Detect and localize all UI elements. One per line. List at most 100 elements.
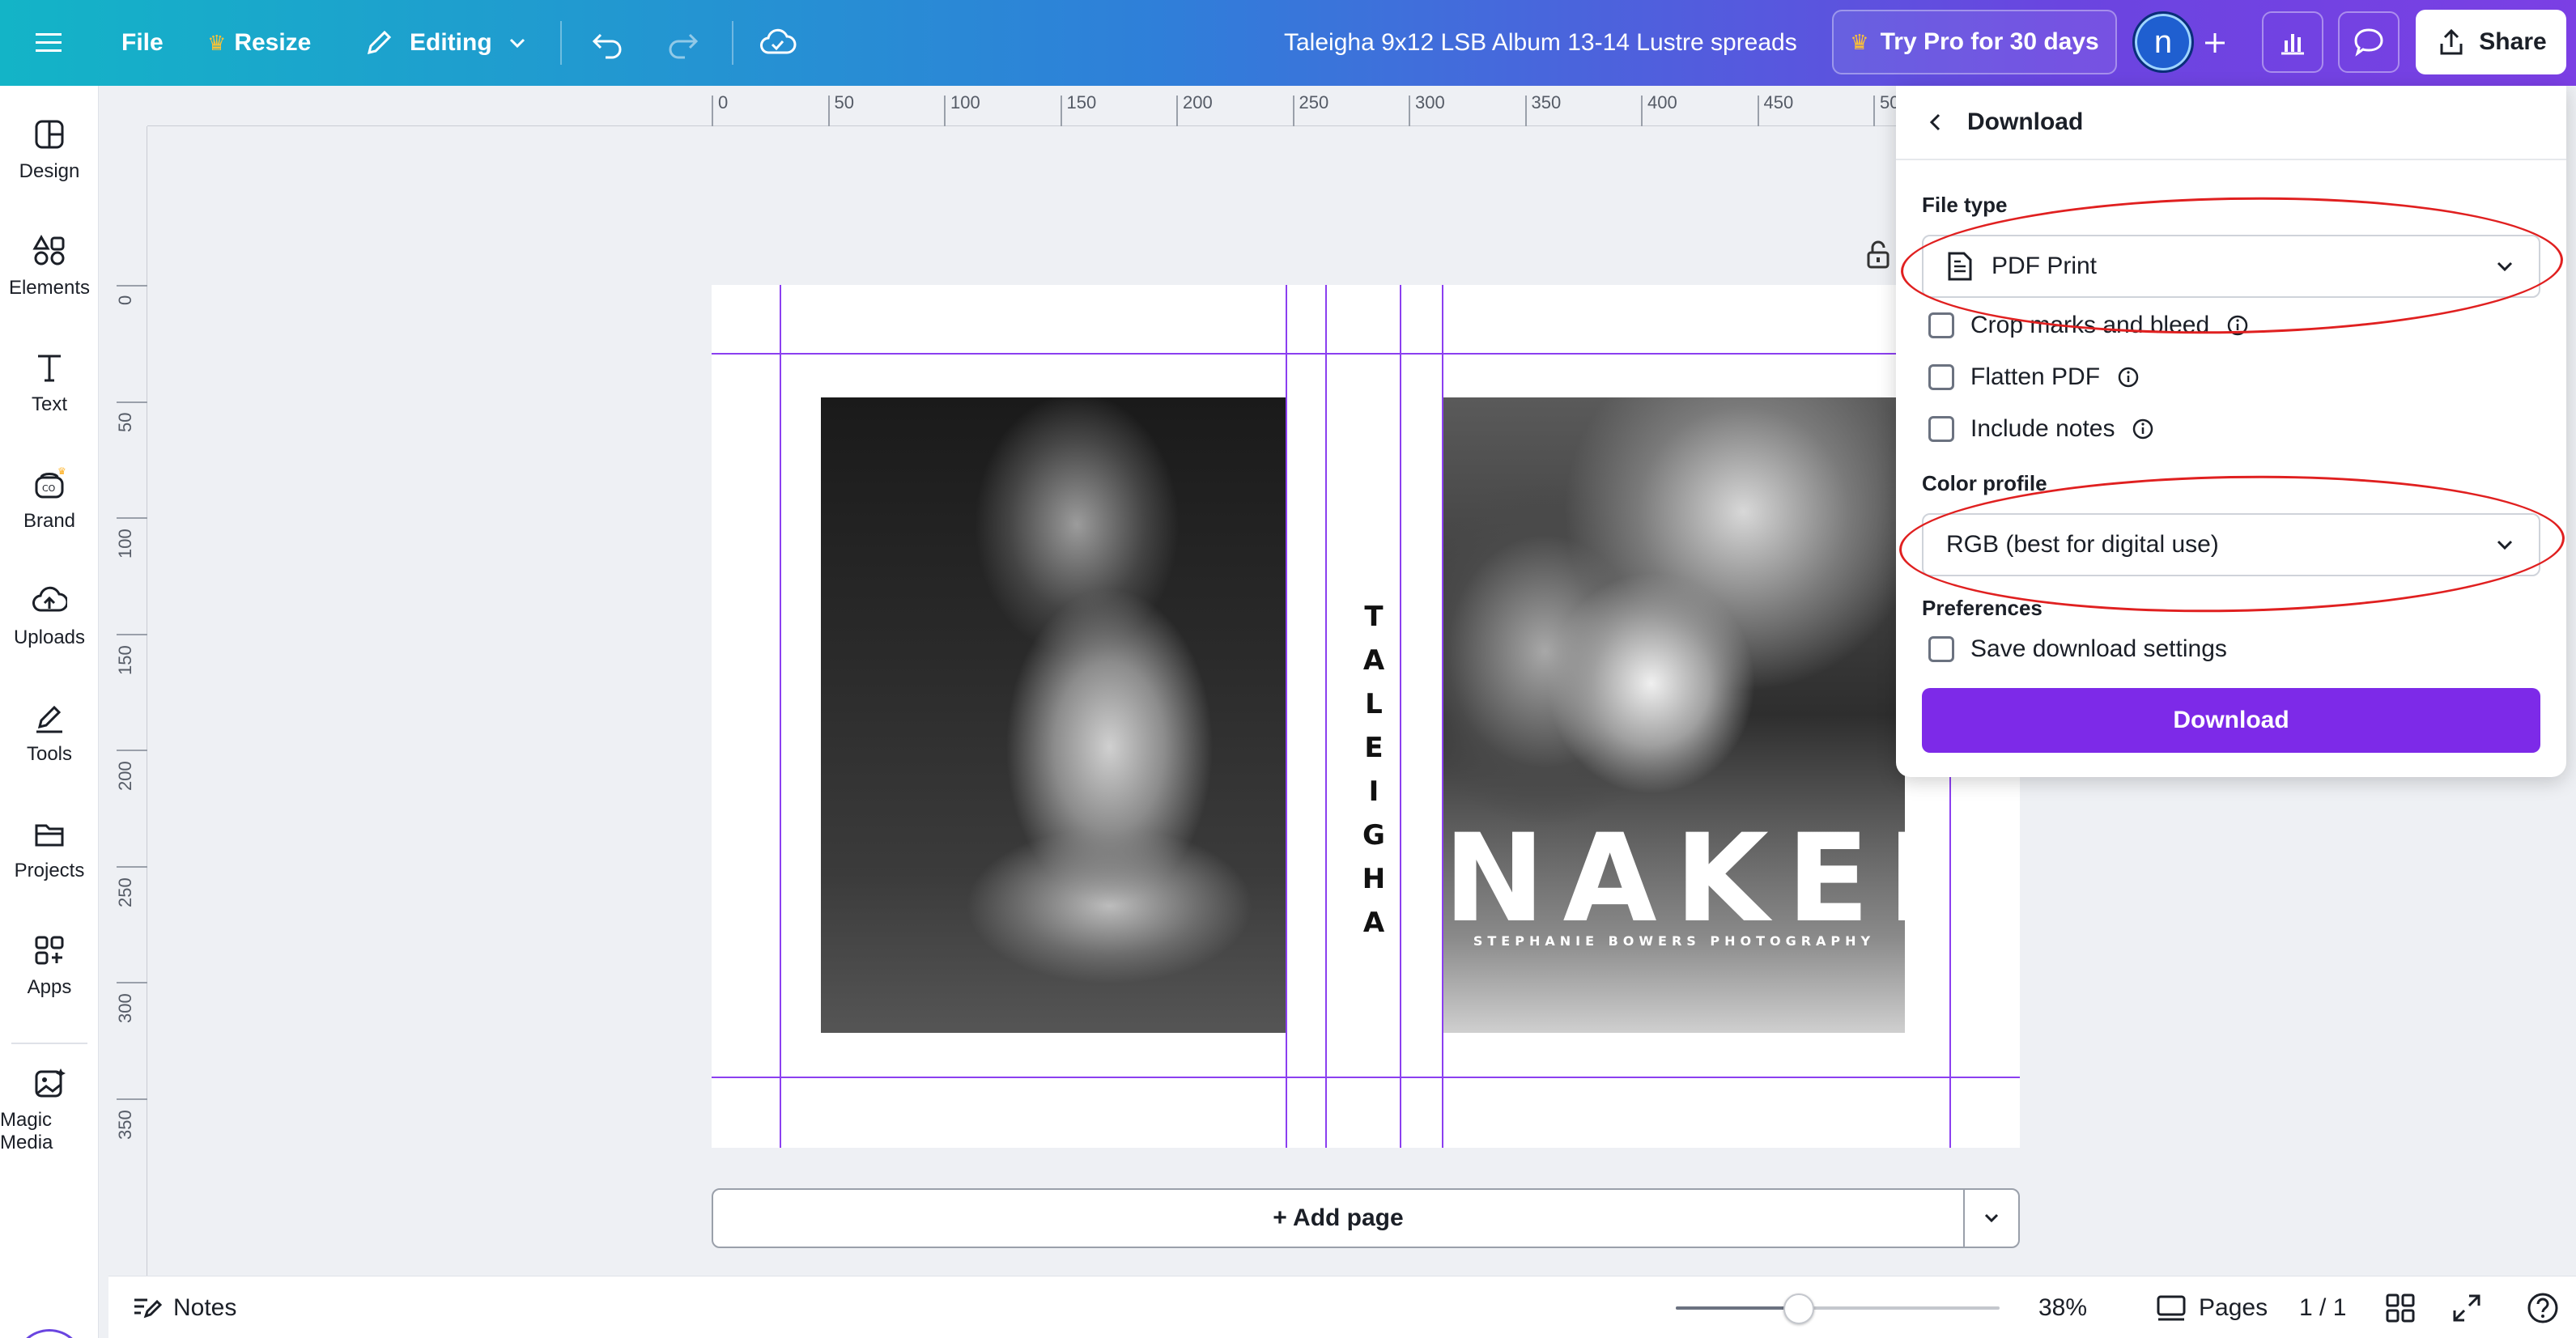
- resize-button[interactable]: ♛ Resize: [207, 0, 311, 86]
- crown-icon: ♛: [1850, 29, 1869, 54]
- add-page-options-button[interactable]: [1965, 1190, 2018, 1247]
- fullscreen-button[interactable]: [2451, 1276, 2482, 1338]
- zoom-slider-track[interactable]: [1676, 1306, 2000, 1310]
- pages-icon: [2157, 1295, 2186, 1320]
- design-page[interactable]: NAKED STEPHANIE BOWERS PHOTOGRAPHY TALEI…: [712, 285, 2020, 1148]
- save-settings-checkbox[interactable]: Save download settings: [1928, 633, 2227, 665]
- add-page-button[interactable]: + Add page: [713, 1190, 1965, 1247]
- cover-subtitle[interactable]: STEPHANIE BOWERS PHOTOGRAPHY: [1443, 933, 1905, 949]
- sidebar-item-apps[interactable]: Apps: [0, 913, 99, 1018]
- elements-icon: [32, 234, 65, 265]
- invite-button[interactable]: [2199, 0, 2231, 86]
- sidebar-item-label: Projects: [14, 860, 85, 881]
- ruler-label: 50: [834, 92, 854, 113]
- info-icon[interactable]: [2116, 365, 2140, 389]
- notes-label: Notes: [173, 1293, 237, 1321]
- sidebar-item-uploads[interactable]: Uploads: [0, 563, 99, 669]
- sidebar-item-magic-media[interactable]: Magic Media: [0, 1057, 99, 1162]
- share-upload-icon: [2440, 28, 2463, 55]
- page-counter[interactable]: 1 / 1: [2299, 1276, 2346, 1338]
- download-panel-title: Download: [1967, 108, 2084, 135]
- sidebar-item-projects[interactable]: Projects: [0, 796, 99, 902]
- toolbar-divider: [732, 21, 733, 65]
- sidebar-item-label: Tools: [26, 743, 73, 765]
- redo-button[interactable]: [665, 0, 701, 86]
- include-notes-checkbox[interactable]: Include notes: [1928, 413, 2155, 445]
- ruler-label: 0: [718, 92, 729, 113]
- editing-mode-button[interactable]: Editing: [363, 0, 528, 86]
- ruler-label: 0: [115, 295, 135, 305]
- file-menu[interactable]: File: [121, 0, 164, 86]
- zoom-slider-handle[interactable]: [1783, 1293, 1814, 1324]
- comment-icon: [2354, 28, 2383, 57]
- cover-title[interactable]: NAKED: [1443, 818, 1905, 940]
- cloud-save-status[interactable]: [758, 0, 797, 86]
- expand-icon: [2453, 1294, 2480, 1321]
- ruler-tick: [117, 633, 147, 635]
- notes-icon: [134, 1298, 162, 1318]
- back-arrow-icon[interactable]: [1923, 110, 1948, 134]
- sidebar-item-label: Elements: [8, 277, 91, 299]
- horizontal-ruler: 0 50 100 150 200 250 300 350 400 450 50: [147, 86, 1899, 126]
- right-photo[interactable]: NAKED STEPHANIE BOWERS PHOTOGRAPHY: [1443, 397, 1905, 1033]
- insights-button[interactable]: [2262, 11, 2323, 73]
- sidebar-item-brand[interactable]: CO ♛ Brand: [0, 447, 99, 552]
- pages-label: Pages: [2199, 1293, 2268, 1321]
- sidebar-item-design[interactable]: Design: [0, 97, 99, 202]
- svg-text:CO: CO: [42, 483, 56, 494]
- checkbox[interactable]: [1928, 312, 1954, 338]
- apps-icon: [35, 936, 64, 965]
- ruler-label: 300: [115, 993, 135, 1023]
- help-icon: [2527, 1293, 2558, 1323]
- sidebar-item-tools[interactable]: Tools: [0, 680, 99, 785]
- share-button[interactable]: Share: [2416, 10, 2566, 74]
- cloud-check-icon: [760, 28, 797, 54]
- try-pro-button[interactable]: ♛ Try Pro for 30 days: [1832, 10, 2117, 74]
- sidebar-item-label: Design: [19, 160, 80, 182]
- notes-button[interactable]: Notes: [130, 1276, 236, 1338]
- sidebar-item-elements[interactable]: Elements: [0, 214, 99, 319]
- spine-text[interactable]: TALEIGHA: [1358, 601, 1390, 950]
- checkbox[interactable]: [1928, 636, 1954, 662]
- ruler-tick: [117, 982, 147, 983]
- ruler-label: 200: [115, 761, 135, 791]
- bar-chart-icon: [2281, 34, 2304, 55]
- zoom-level[interactable]: 38%: [2038, 1276, 2087, 1338]
- grid-view-button[interactable]: [2385, 1276, 2416, 1338]
- sidebar-divider: [11, 1043, 87, 1044]
- comments-button[interactable]: [2338, 11, 2400, 73]
- ruler-label: 100: [950, 92, 980, 113]
- pages-button[interactable]: Pages: [2155, 1276, 2268, 1338]
- info-icon[interactable]: [2131, 417, 2155, 441]
- main-menu-button[interactable]: [32, 0, 65, 86]
- guide-line-vertical: [1325, 285, 1327, 1148]
- download-panel: Download File type PDF Print Crop marks …: [1896, 86, 2566, 777]
- checkbox[interactable]: [1928, 364, 1954, 390]
- pencil-icon: [367, 30, 392, 55]
- redo-icon: [669, 33, 699, 59]
- guide-line-horizontal: [712, 1077, 2020, 1078]
- magic-assistant-button[interactable]: [15, 1329, 84, 1338]
- unlock-icon[interactable]: [1864, 240, 1893, 269]
- ruler-tick: [1409, 96, 1410, 126]
- ruler-tick: [944, 96, 946, 126]
- sidebar-item-text[interactable]: Text: [0, 330, 99, 435]
- ruler-tick: [1176, 96, 1178, 126]
- document-title[interactable]: Taleigha 9x12 LSB Album 13-14 Lustre spr…: [1284, 0, 1797, 86]
- ruler-label: 150: [115, 644, 135, 675]
- checkbox[interactable]: [1928, 416, 1954, 442]
- text-icon: [38, 355, 61, 382]
- ruler-tick: [117, 750, 147, 751]
- checkbox-label: Save download settings: [1970, 635, 2227, 662]
- top-toolbar: File ♛ Resize Editing Taleigha 9x12 LSB …: [0, 0, 2576, 86]
- download-button[interactable]: Download: [1922, 688, 2540, 753]
- resize-label: Resize: [234, 29, 312, 56]
- undo-button[interactable]: [589, 0, 625, 86]
- ruler-label: 250: [1299, 92, 1329, 113]
- left-photo[interactable]: [821, 397, 1286, 1033]
- user-avatar[interactable]: n: [2132, 11, 2194, 73]
- help-button[interactable]: [2526, 1276, 2560, 1338]
- flatten-pdf-checkbox[interactable]: Flatten PDF: [1928, 361, 2140, 393]
- crown-icon: ♛: [207, 30, 227, 55]
- ruler-tick: [1292, 96, 1294, 126]
